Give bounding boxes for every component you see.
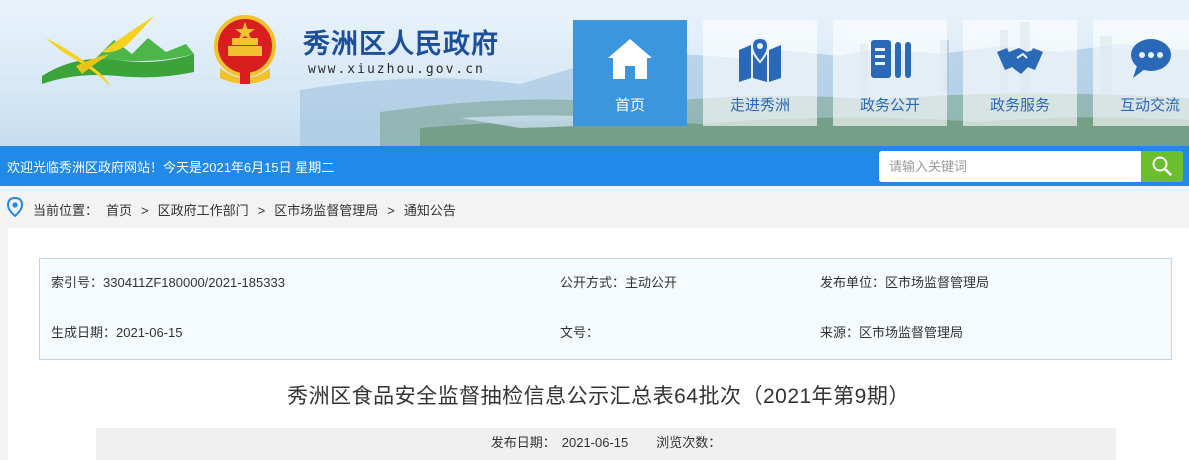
search-icon bbox=[1152, 156, 1172, 176]
nav-item-interaction[interactable]: 互动交流 bbox=[1093, 20, 1189, 126]
nav-item-about-xiuzhou[interactable]: 走进秀洲 bbox=[703, 20, 817, 126]
nav-label: 政务公开 bbox=[859, 97, 920, 114]
view-count-label: 浏览次数： bbox=[656, 435, 722, 450]
info-created-date: 生成日期：2021-06-15 bbox=[51, 325, 183, 340]
info-open-mode: 公开方式：主动公开 bbox=[560, 275, 678, 290]
info-index-number: 索引号：330411ZF180000/2021-185333 bbox=[51, 275, 285, 290]
breadcrumb-label: 当前位置： bbox=[33, 203, 99, 218]
nav-label: 互动交流 bbox=[1119, 97, 1180, 114]
document-info-table: 索引号：330411ZF180000/2021-185333 公开方式：主动公开… bbox=[39, 258, 1172, 360]
info-source: 来源：区市场监督管理局 bbox=[820, 325, 964, 340]
article-content: 索引号：330411ZF180000/2021-185333 公开方式：主动公开… bbox=[8, 228, 1189, 460]
breadcrumb-separator: > bbox=[387, 203, 395, 218]
search-button[interactable] bbox=[1141, 151, 1183, 182]
map-icon bbox=[739, 36, 781, 82]
article-title: 秀洲区食品安全监督抽检信息公示汇总表64批次（2021年第9期） bbox=[287, 385, 910, 408]
nav-label: 走进秀洲 bbox=[729, 97, 790, 114]
welcome-text: 欢迎光临秀洲区政府网站！今天是2021年6月15日 星期二 bbox=[7, 160, 335, 175]
breadcrumb-item-home[interactable]: 首页 bbox=[106, 200, 132, 219]
site-name: 秀洲区人民政府 bbox=[303, 29, 499, 59]
search-input[interactable] bbox=[879, 151, 1141, 182]
search-box bbox=[879, 151, 1183, 182]
nav-label: 政务服务 bbox=[989, 97, 1050, 114]
nav-item-home[interactable]: 首页 bbox=[573, 20, 687, 126]
info-publisher: 发布单位：区市场监督管理局 bbox=[820, 275, 990, 290]
info-document-number: 文号： bbox=[560, 325, 600, 340]
nav-item-government-affairs-disclosure[interactable]: 政务公开 bbox=[833, 20, 947, 126]
publish-date-label: 发布日期： bbox=[490, 435, 556, 450]
location-pin-icon bbox=[7, 197, 23, 217]
nav-label: 首页 bbox=[614, 97, 645, 114]
handshake-icon bbox=[997, 48, 1043, 74]
national-emblem-icon bbox=[214, 15, 276, 84]
welcome-bar: 欢迎光临秀洲区政府网站！今天是2021年6月15日 星期二 bbox=[0, 146, 1189, 186]
breadcrumb-item-departments[interactable]: 区政府工作部门 bbox=[158, 200, 249, 219]
nav-item-government-services[interactable]: 政务服务 bbox=[963, 20, 1077, 126]
xiuzhou-logo bbox=[42, 16, 194, 86]
document-icon bbox=[871, 40, 911, 78]
breadcrumb-item-notices[interactable]: 通知公告 bbox=[404, 200, 456, 219]
breadcrumb-separator: > bbox=[257, 203, 266, 218]
breadcrumb-separator: > bbox=[141, 203, 149, 218]
breadcrumb: 当前位置： 首页 > 区政府工作部门 > 区市场监督管理局 > 通知公告 bbox=[0, 186, 1189, 228]
site-header: 秀洲区人民政府 www.xiuzhou.gov.cn 首页 走进秀洲 政务公开 … bbox=[0, 0, 1189, 146]
article-meta-bar: 发布日期： 2021-06-15 浏览次数： bbox=[96, 428, 1116, 460]
breadcrumb-item-market-supervision[interactable]: 区市场监督管理局 bbox=[274, 200, 378, 219]
chat-icon bbox=[1131, 39, 1171, 78]
publish-date: 2021-06-15 bbox=[561, 435, 629, 450]
home-icon bbox=[608, 39, 652, 79]
site-url: www.xiuzhou.gov.cn bbox=[308, 62, 485, 77]
